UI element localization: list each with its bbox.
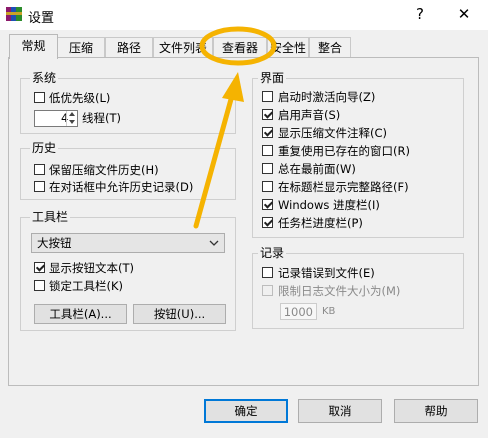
cancel-button[interactable]: 取消 [298, 399, 382, 423]
ok-button[interactable]: 确定 [204, 399, 288, 423]
tab-viewer[interactable]: 查看器 [213, 37, 267, 57]
button-size-dropdown[interactable]: 大按钮 [31, 233, 225, 253]
enable-sound-checkbox[interactable] [262, 109, 273, 120]
low-priority-checkbox[interactable] [34, 92, 45, 103]
spin-down-icon[interactable] [69, 120, 75, 124]
reuse-window-checkbox[interactable] [262, 145, 273, 156]
startup-wizard-checkbox[interactable] [262, 91, 273, 102]
tab-compression[interactable]: 压缩 [57, 37, 105, 57]
buttons-settings-button[interactable]: 按钮(U)... [133, 304, 226, 324]
lock-toolbar-checkbox[interactable] [34, 280, 45, 291]
tab-paths[interactable]: 路径 [105, 37, 153, 57]
threads-label: 线程(T) [82, 111, 121, 125]
history-group-title: 历史 [30, 141, 59, 155]
tab-general[interactable]: 常规 [9, 34, 58, 59]
low-priority-label: 低优先级(L) [49, 91, 111, 105]
dialog-history-checkbox[interactable] [34, 181, 45, 192]
show-comment-checkbox[interactable] [262, 127, 273, 138]
log-size-value: 1000 [283, 305, 313, 319]
help-title-button[interactable]: ? [407, 2, 433, 26]
limit-log-size-label: 限制日志文件大小为(M) [278, 284, 401, 298]
keep-history-checkbox[interactable] [34, 164, 45, 175]
show-comment-label: 显示压缩文件注释(C) [278, 126, 388, 140]
reuse-window-label: 重复使用已存在的窗口(R) [278, 144, 410, 158]
log-errors-label: 记录错误到文件(E) [278, 266, 375, 280]
system-group-title: 系统 [30, 71, 59, 85]
taskbar-progress-label: 任务栏进度栏(P) [278, 216, 363, 230]
title-bar: 设置 ? ✕ [0, 0, 488, 30]
window-title: 设置 [28, 11, 55, 26]
windows-progress-label: Windows 进度栏(I) [278, 198, 380, 212]
toolbar-settings-button[interactable]: 工具栏(A)... [34, 304, 127, 324]
tab-file-list[interactable]: 文件列表 [153, 37, 213, 57]
dialog-history-label: 在对话框中允许历史记录(D) [49, 180, 194, 194]
always-on-top-checkbox[interactable] [262, 163, 273, 174]
winrar-icon [6, 7, 22, 21]
show-text-label: 显示按钮文本(T) [49, 261, 134, 275]
log-group-title: 记录 [258, 246, 287, 260]
help-button[interactable]: 帮助 [394, 399, 478, 423]
close-icon[interactable]: ✕ [451, 2, 477, 26]
full-path-title-label: 在标题栏显示完整路径(F) [278, 180, 409, 194]
toolbar-group-title: 工具栏 [30, 210, 71, 224]
log-size-unit: KB [322, 306, 336, 317]
chevron-down-icon [209, 240, 219, 246]
log-size-input[interactable]: 1000 [280, 303, 317, 320]
tab-security[interactable]: 安全性 [267, 37, 309, 57]
show-text-checkbox[interactable] [34, 262, 45, 273]
log-errors-checkbox[interactable] [262, 267, 273, 278]
startup-wizard-label: 启动时激活向导(Z) [278, 90, 376, 104]
spin-arrows[interactable] [66, 111, 78, 126]
full-path-title-checkbox[interactable] [262, 181, 273, 192]
interface-group-title: 界面 [258, 71, 287, 85]
keep-history-label: 保留压缩文件历史(H) [49, 163, 159, 177]
spin-up-icon[interactable] [69, 112, 75, 116]
windows-progress-checkbox[interactable] [262, 199, 273, 210]
enable-sound-label: 启用声音(S) [278, 108, 341, 122]
lock-toolbar-label: 锁定工具栏(K) [49, 279, 124, 293]
threads-spinner[interactable]: 4 [34, 110, 78, 127]
tab-integration[interactable]: 整合 [309, 37, 351, 57]
button-size-value: 大按钮 [37, 236, 72, 250]
limit-log-size-checkbox[interactable] [262, 285, 273, 296]
always-on-top-label: 总在最前面(W) [278, 162, 356, 176]
taskbar-progress-checkbox[interactable] [262, 217, 273, 228]
